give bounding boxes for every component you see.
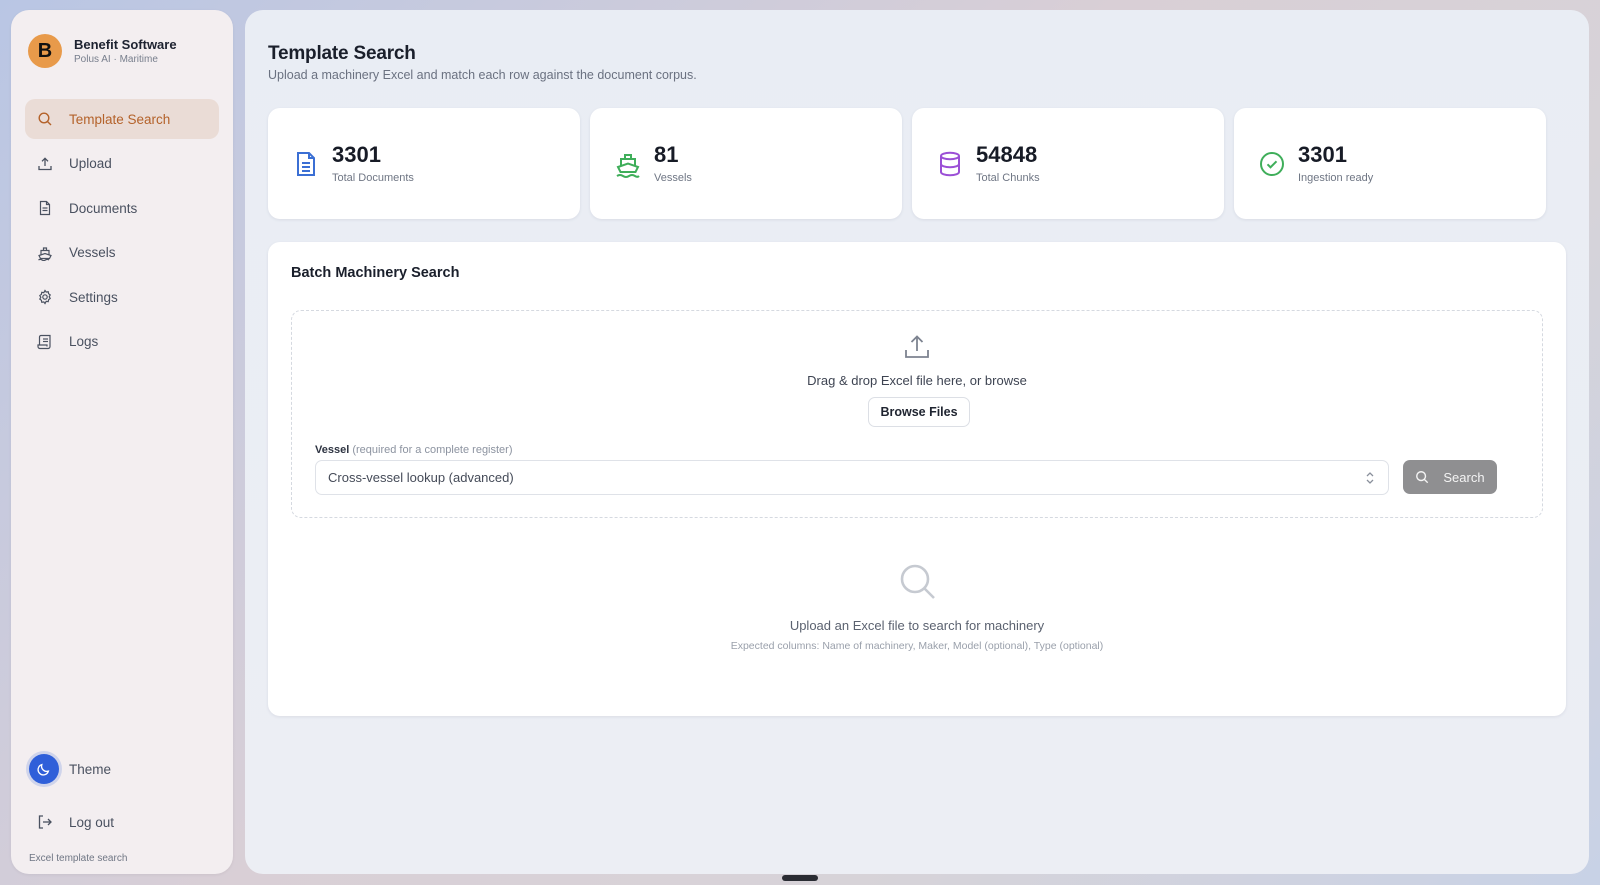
vessel-select[interactable]: Cross-vessel lookup (advanced)	[315, 460, 1389, 495]
search-button[interactable]: Search	[1403, 460, 1497, 494]
page-title: Template Search	[268, 43, 416, 64]
sidebar-item-vessels[interactable]: Vessels	[25, 233, 219, 273]
sidebar-item-template-search[interactable]: Template Search	[25, 99, 219, 139]
document-icon	[297, 151, 315, 176]
stat-label: Ingestion ready	[1298, 171, 1374, 184]
vessel-hint: (required for a complete register)	[352, 444, 513, 456]
stat-value: 3301	[1298, 142, 1347, 168]
search-icon	[38, 112, 52, 126]
stat-card-documents: 3301 Total Documents	[268, 108, 580, 219]
stat-label: Total Documents	[332, 171, 414, 184]
vessel-select-value: Cross-vessel lookup (advanced)	[328, 470, 514, 485]
sidebar-item-label: Vessels	[69, 245, 116, 260]
sidebar-item-upload[interactable]: Upload	[25, 144, 219, 184]
sidebar-item-logs[interactable]: Logs	[25, 322, 219, 362]
sidebar-item-label: Upload	[69, 156, 112, 171]
browse-files-button[interactable]: Browse Files	[868, 397, 970, 427]
sidebar-item-label: Settings	[69, 289, 118, 305]
sidebar-item-label: Logs	[69, 334, 99, 349]
search-icon	[900, 564, 935, 599]
sidebar-item-documents[interactable]: Documents	[25, 188, 219, 228]
sidebar-item-label: Template Search	[69, 111, 171, 127]
empty-state-subtitle: Expected columns: Name of machinery, Mak…	[730, 640, 1104, 652]
theme-toggle[interactable]: Theme	[29, 754, 111, 784]
ship-icon	[616, 153, 640, 178]
sidebar: B Benefit Software Polus AI · Maritime T…	[11, 10, 233, 874]
stat-card-vessels: 81 Vessels	[590, 108, 902, 219]
dropzone-text: Drag & drop Excel file here, or browse	[807, 373, 1027, 388]
sidebar-nav: Template Search Upload Documents Vessels…	[25, 99, 219, 366]
brand-subtitle: Polus AI · Maritime	[74, 54, 158, 65]
ship-icon	[38, 246, 52, 261]
brand-name: Benefit Software	[74, 37, 177, 52]
stat-label: Total Chunks	[976, 171, 1040, 184]
sidebar-item-settings[interactable]: Settings	[25, 277, 219, 317]
empty-state-title: Upload an Excel file to search for machi…	[789, 618, 1045, 633]
panel-title: Batch Machinery Search	[291, 265, 460, 281]
file-dropzone[interactable]: Drag & drop Excel file here, or browse B…	[291, 310, 1543, 518]
sidebar-footer: Excel template search	[29, 853, 128, 864]
stat-card-chunks: 54848 Total Chunks	[912, 108, 1224, 219]
logout-icon	[38, 815, 52, 829]
vessel-label: Vessel (required for a complete register…	[315, 444, 513, 456]
chevron-up-down-icon	[1366, 472, 1374, 484]
stat-card-ingestion: 3301 Ingestion ready	[1234, 108, 1546, 219]
main-content: Template Search Upload a machinery Excel…	[245, 10, 1589, 874]
moon-icon	[29, 754, 59, 784]
page-subtitle: Upload a machinery Excel and match each …	[268, 68, 697, 82]
stat-value: 81	[654, 142, 679, 168]
search-icon	[1416, 471, 1429, 484]
gear-icon	[39, 289, 51, 305]
logout-button[interactable]: Log out	[37, 814, 114, 830]
logs-icon	[37, 334, 51, 349]
database-icon	[940, 151, 960, 176]
logout-label: Log out	[69, 814, 115, 830]
theme-label: Theme	[69, 761, 112, 777]
brand: B Benefit Software Polus AI · Maritime	[28, 34, 177, 68]
stat-value: 54848	[976, 142, 1038, 168]
check-circle-icon	[1260, 151, 1284, 176]
document-icon	[39, 200, 51, 216]
sidebar-item-label: Documents	[69, 200, 138, 216]
home-indicator	[782, 875, 818, 881]
batch-search-panel: Batch Machinery Search Drag & drop Excel…	[268, 242, 1566, 716]
upload-icon	[905, 335, 929, 358]
upload-icon	[38, 156, 52, 170]
stat-label: Vessels	[654, 171, 692, 184]
stat-value: 3301	[332, 142, 381, 168]
brand-logo: B	[28, 34, 62, 68]
